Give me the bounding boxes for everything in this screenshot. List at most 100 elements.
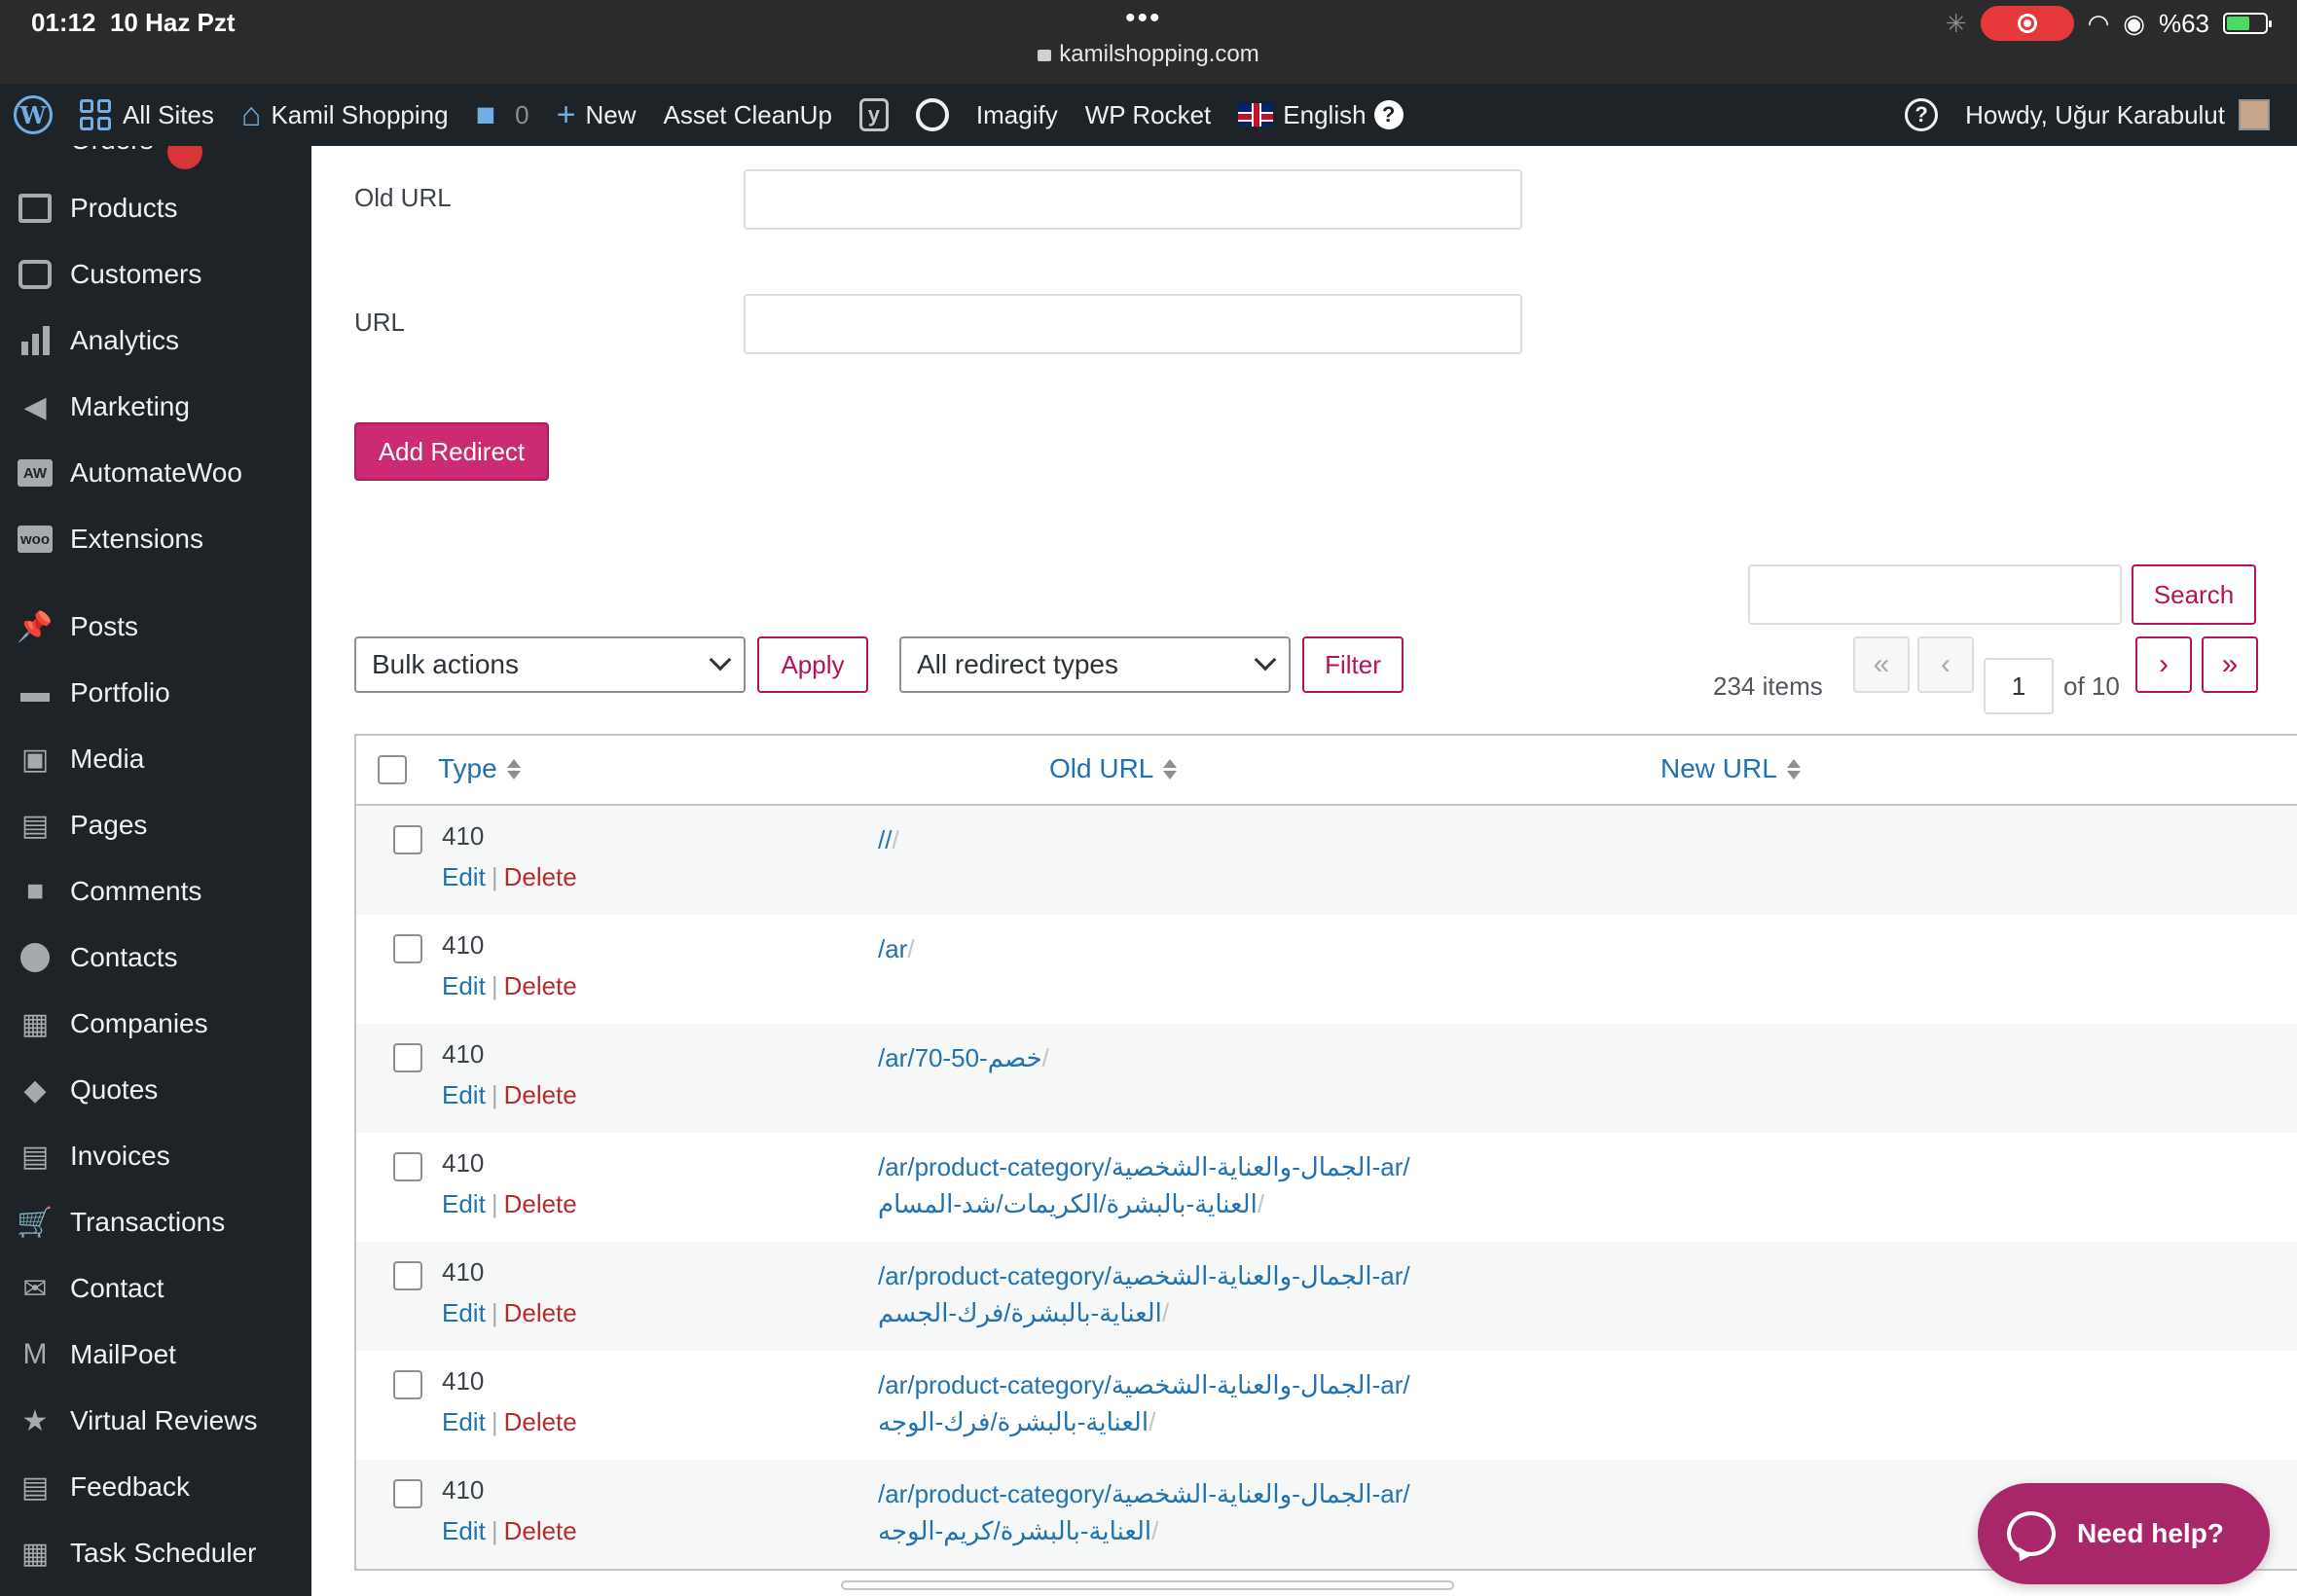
comments-menu[interactable]: ■ 0 [462, 84, 543, 146]
sidebar-item-pages[interactable]: ▤ Pages [0, 792, 311, 858]
my-sites-menu[interactable]: All Sites [66, 84, 228, 146]
edit-link[interactable]: Edit [442, 1516, 486, 1545]
old-url-link[interactable]: /ar/product-category/الجمال-والعناية-الش… [878, 1257, 1462, 1294]
old-url-link-continued[interactable]: العناية-بالبشرة/فرك-الجسم [878, 1298, 1162, 1327]
prev-page-button[interactable]: ‹ [1917, 636, 1974, 693]
apply-button[interactable]: Apply [757, 636, 868, 693]
status-time-date: 01:12 10 Haz Pzt [31, 8, 236, 37]
sidebar-item-companies[interactable]: ▦ Companies [0, 991, 311, 1057]
column-old-url[interactable]: Old URL [1049, 753, 1178, 784]
sidebar-item-virtual-reviews[interactable]: ★ Virtual Reviews [0, 1388, 311, 1454]
old-url-link[interactable]: // [878, 825, 892, 854]
old-url-link-continued[interactable]: العناية-بالبشرة/فرك-الوجه [878, 1407, 1148, 1436]
sidebar-item-analytics[interactable]: Analytics [0, 308, 311, 374]
search-button[interactable]: Search [2132, 564, 2256, 625]
language-help-icon[interactable]: ? [1373, 100, 1404, 129]
row-checkbox[interactable] [393, 825, 422, 854]
account-menu[interactable]: Howdy, Uğur Karabulut [1951, 84, 2297, 146]
bulk-actions-select[interactable]: Bulk actions [354, 636, 746, 693]
sidebar-item-contacts[interactable]: Contacts [0, 925, 311, 991]
sidebar-item-automatewoo[interactable]: AW AutomateWoo [0, 440, 311, 506]
document-icon: ▤ [20, 1140, 50, 1173]
wp-rocket-menu[interactable]: WP Rocket [1072, 84, 1225, 146]
row-actions: Edit | Delete [442, 1407, 577, 1437]
current-page-input[interactable]: 1 [1984, 658, 2054, 714]
sidebar-item-portfolio[interactable]: ▬ Portfolio [0, 660, 311, 726]
url-input[interactable] [744, 294, 1522, 354]
delete-link[interactable]: Delete [504, 862, 577, 891]
sidebar-item-extensions[interactable]: woo Extensions [0, 506, 311, 572]
old-url-input[interactable] [744, 169, 1522, 230]
new-content-menu[interactable]: + New [543, 84, 650, 146]
old-url-link-continued[interactable]: العناية-بالبشرة/كريم-الوجه [878, 1516, 1151, 1545]
sidebar-item-mailpoet[interactable]: M MailPoet [0, 1322, 311, 1388]
search-input[interactable] [1748, 564, 2122, 625]
sidebar-item-media[interactable]: ▣ Media [0, 726, 311, 792]
row-checkbox[interactable] [393, 934, 422, 963]
delete-link[interactable]: Delete [504, 1080, 577, 1109]
redirect-type-select[interactable]: All redirect types [899, 636, 1291, 693]
edit-link[interactable]: Edit [442, 862, 486, 891]
row-checkbox[interactable] [393, 1370, 422, 1399]
column-type[interactable]: Type [438, 753, 521, 784]
row-checkbox[interactable] [393, 1261, 422, 1290]
edit-link[interactable]: Edit [442, 1080, 486, 1109]
delete-link[interactable]: Delete [504, 1516, 577, 1545]
edit-link[interactable]: Edit [442, 971, 486, 1000]
filter-button[interactable]: Filter [1302, 636, 1404, 693]
sidebar-item-posts[interactable]: 📌 Posts [0, 594, 311, 660]
row-checkbox[interactable] [393, 1479, 422, 1508]
horizontal-scrollbar[interactable] [841, 1580, 1454, 1590]
language-menu[interactable]: English ? [1224, 84, 1416, 146]
sidebar-item-comments[interactable]: ■ Comments [0, 858, 311, 925]
sidebar-item-invoices[interactable]: ▤ Invoices [0, 1123, 311, 1189]
column-new-url[interactable]: New URL [1660, 753, 1801, 784]
sidebar-item-feedback[interactable]: ▤ Feedback [0, 1454, 311, 1520]
old-url-link[interactable]: /ar/product-category/الجمال-والعناية-الش… [878, 1148, 1462, 1185]
sidebar-item-transactions[interactable]: 🛒 Transactions [0, 1189, 311, 1255]
address-bar[interactable]: kamilshopping.com [0, 41, 2297, 68]
delete-link[interactable]: Delete [504, 971, 577, 1000]
old-url-link[interactable]: /ar/product-category/الجمال-والعناية-الش… [878, 1366, 1462, 1403]
add-redirect-button[interactable]: Add Redirect [354, 422, 549, 481]
battery-percent: %63 [2158, 8, 2209, 38]
delete-link[interactable]: Delete [504, 1407, 577, 1436]
sidebar-item-orders-partial[interactable]: Orders [0, 146, 311, 175]
need-help-button[interactable]: Need help? [1978, 1483, 2270, 1584]
sidebar-item-quotes[interactable]: ◆ Quotes [0, 1057, 311, 1123]
sidebar-item-customers[interactable]: Customers [0, 241, 311, 308]
edit-link[interactable]: Edit [442, 1189, 486, 1218]
first-page-button[interactable]: « [1853, 636, 1910, 693]
table-row: 410 Edit | Delete /// [356, 806, 2297, 915]
delete-link[interactable]: Delete [504, 1189, 577, 1218]
help-menu[interactable]: ? [1891, 84, 1951, 146]
edit-link[interactable]: Edit [442, 1407, 486, 1436]
old-url-cell: /ar/product-category/الجمال-والعناية-الش… [878, 1475, 1462, 1549]
old-url-link[interactable]: /ar/70-50-خصم [878, 1043, 1042, 1072]
next-page-button[interactable]: › [2135, 636, 2192, 693]
site-name-menu[interactable]: ⌂ Kamil Shopping [228, 84, 462, 146]
old-url-link-continued[interactable]: العناية-بالبشرة/الكريمات/شد-المسام [878, 1189, 1258, 1218]
sidebar-item-marketing[interactable]: ◀ Marketing [0, 374, 311, 440]
screen-record-icon[interactable] [1980, 6, 2074, 41]
edit-link[interactable]: Edit [442, 1298, 486, 1327]
select-all-checkbox[interactable] [378, 755, 407, 784]
old-url-link[interactable]: /ar [878, 934, 907, 963]
multitasking-dots[interactable]: ••• [1125, 2, 1162, 35]
asset-cleanup-menu[interactable]: Asset CleanUp [649, 84, 845, 146]
wp-logo-menu[interactable]: W [0, 84, 66, 146]
old-url-tail: / [892, 825, 899, 854]
sidebar-item-task-scheduler[interactable]: ▦ Task Scheduler [0, 1520, 311, 1586]
redirect-type-value: All redirect types [917, 649, 1118, 679]
row-checkbox[interactable] [393, 1152, 422, 1181]
delete-link[interactable]: Delete [504, 1298, 577, 1327]
row-checkbox[interactable] [393, 1043, 422, 1072]
last-page-button[interactable]: » [2202, 636, 2258, 693]
query-monitor-menu[interactable] [902, 84, 963, 146]
yoast-menu[interactable]: y [846, 84, 902, 146]
sidebar-item-products[interactable]: Products [0, 175, 311, 241]
imagify-menu[interactable]: Imagify [963, 84, 1072, 146]
old-url-link[interactable]: /ar/product-category/الجمال-والعناية-الش… [878, 1475, 1462, 1512]
wordpress-icon: W [14, 95, 53, 134]
sidebar-item-contact[interactable]: ✉ Contact [0, 1255, 311, 1322]
